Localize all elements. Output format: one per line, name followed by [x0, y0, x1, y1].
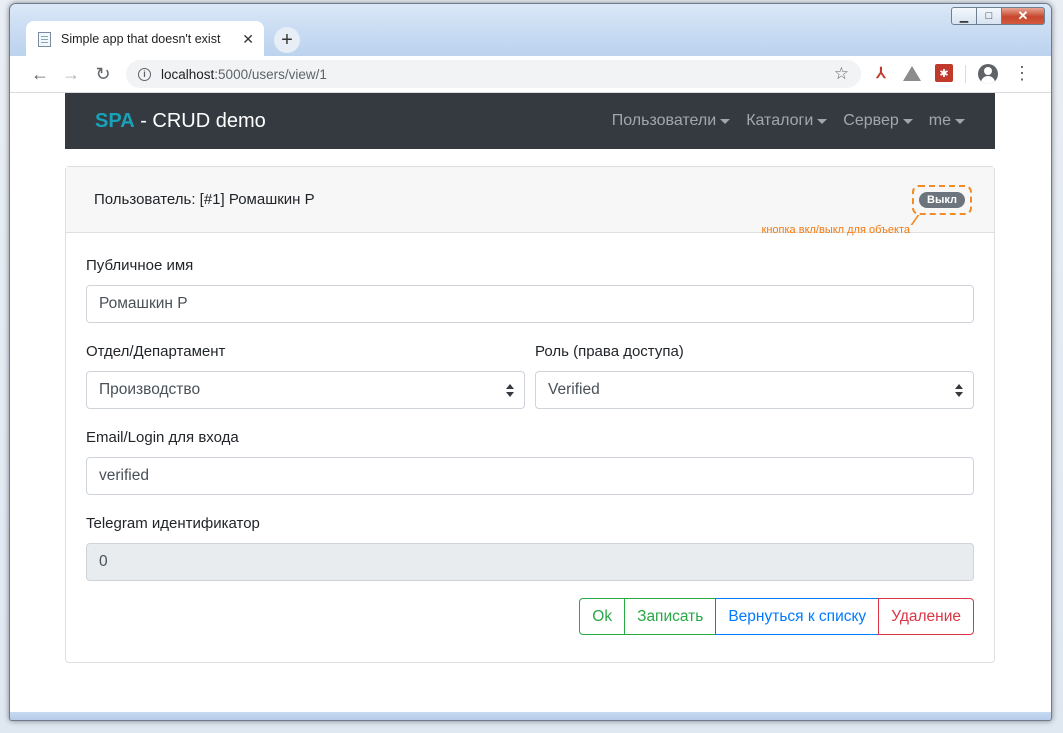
url-host: localhost	[161, 66, 215, 82]
window-caption-buttons: ▁ □ ✕	[951, 7, 1045, 25]
toggle-callout-frame: Выкл	[912, 185, 972, 215]
star-icon[interactable]: ☆	[834, 64, 849, 84]
select-arrows-icon	[506, 384, 514, 398]
reload-icon[interactable]: ↻	[92, 63, 114, 85]
chevron-down-icon	[720, 118, 731, 124]
chevron-down-icon	[817, 118, 828, 124]
email-label: Email/Login для входа	[86, 429, 239, 446]
address-bar[interactable]: i localhost:5000/users/view/1 ☆	[126, 60, 861, 88]
bug-extension-icon[interactable]: ✱	[935, 64, 953, 82]
telegram-input[interactable]: 0	[86, 543, 974, 581]
role-label: Роль (права доступа)	[535, 343, 684, 360]
navbar-menu: Пользователи Каталоги Сервер me	[596, 112, 965, 130]
role-select[interactable]: Verified	[535, 371, 974, 409]
nav-item-catalogs[interactable]: Каталоги	[746, 112, 828, 130]
callout-tail	[910, 215, 930, 225]
tab-close-icon[interactable]: ✕	[242, 31, 254, 48]
ok-button[interactable]: Ok	[579, 598, 626, 635]
chevron-down-icon	[902, 118, 913, 124]
action-buttons: Ok Записать Вернуться к списку Удаление	[579, 598, 974, 635]
forward-icon[interactable]: →	[60, 63, 82, 85]
callout-annotation: кнопка вкл/выкл для объекта	[761, 224, 910, 236]
email-input[interactable]: verified	[86, 457, 974, 495]
delete-button[interactable]: Удаление	[878, 598, 974, 635]
window-frame-bottom	[10, 712, 1051, 720]
nav-item-label: Каталоги	[746, 112, 814, 129]
card-header: Пользователь: [#1] Ромашкин Р Выкл кнопк…	[66, 167, 994, 236]
public-name-input[interactable]: Ромашкин Р	[86, 285, 974, 323]
navbar: SPA - CRUD demo Пользователи Каталоги Се…	[65, 93, 995, 149]
profile-icon[interactable]	[978, 64, 998, 84]
pdf-extension-icon[interactable]: ⅄	[872, 64, 890, 82]
url-text[interactable]: localhost:5000/users/view/1	[161, 67, 834, 82]
minimize-button[interactable]: ▁	[951, 7, 977, 25]
page-icon	[38, 31, 51, 47]
brand-spa: SPA	[95, 109, 135, 132]
browser-toolbar: ← → ↻ i localhost:5000/users/view/1 ☆ ⅄ …	[10, 56, 1051, 93]
department-select[interactable]: Производство	[86, 371, 525, 409]
department-value: Производство	[99, 381, 201, 398]
brand-rest: - CRUD demo	[134, 109, 266, 132]
toolbar-divider	[965, 65, 966, 83]
browser-window: ▁ □ ✕ Simple app that doesn't exist ✕ + …	[9, 3, 1052, 721]
chevron-down-icon	[955, 118, 965, 124]
department-label: Отдел/Департамент	[86, 343, 226, 360]
back-to-list-button[interactable]: Вернуться к списку	[715, 598, 880, 635]
nav-item-me[interactable]: me	[929, 112, 965, 130]
page-viewport: SPA - CRUD demo Пользователи Каталоги Се…	[10, 93, 1051, 712]
navbar-brand[interactable]: SPA - CRUD demo	[95, 110, 596, 133]
card-title: Пользователь: [#1] Ромашкин Р	[94, 191, 315, 208]
new-tab-button[interactable]: +	[274, 27, 300, 53]
select-arrows-icon	[955, 384, 963, 398]
role-value: Verified	[548, 381, 600, 398]
maximize-button[interactable]: □	[976, 7, 1002, 25]
url-path: :5000/users/view/1	[214, 66, 327, 82]
nav-item-users[interactable]: Пользователи	[611, 112, 731, 130]
telegram-label: Telegram идентификатор	[86, 515, 260, 532]
drive-extension-icon[interactable]	[903, 66, 921, 81]
nav-item-label: Пользователи	[611, 112, 717, 129]
info-icon[interactable]: i	[138, 67, 151, 81]
nav-item-server[interactable]: Сервер	[843, 112, 913, 130]
enable-toggle-button[interactable]: Выкл	[919, 192, 965, 208]
save-button[interactable]: Записать	[624, 598, 717, 635]
back-icon[interactable]: ←	[29, 63, 51, 85]
tab-title: Simple app that doesn't exist	[61, 32, 221, 46]
browser-tab[interactable]: Simple app that doesn't exist ✕	[26, 21, 264, 57]
user-card: Пользователь: [#1] Ромашкин Р Выкл кнопк…	[65, 166, 995, 663]
public-name-label: Публичное имя	[86, 257, 194, 274]
nav-item-label: me	[928, 112, 951, 129]
close-window-button[interactable]: ✕	[1001, 7, 1045, 25]
menu-icon[interactable]: ⋮	[1013, 64, 1031, 82]
nav-item-label: Сервер	[843, 112, 899, 129]
